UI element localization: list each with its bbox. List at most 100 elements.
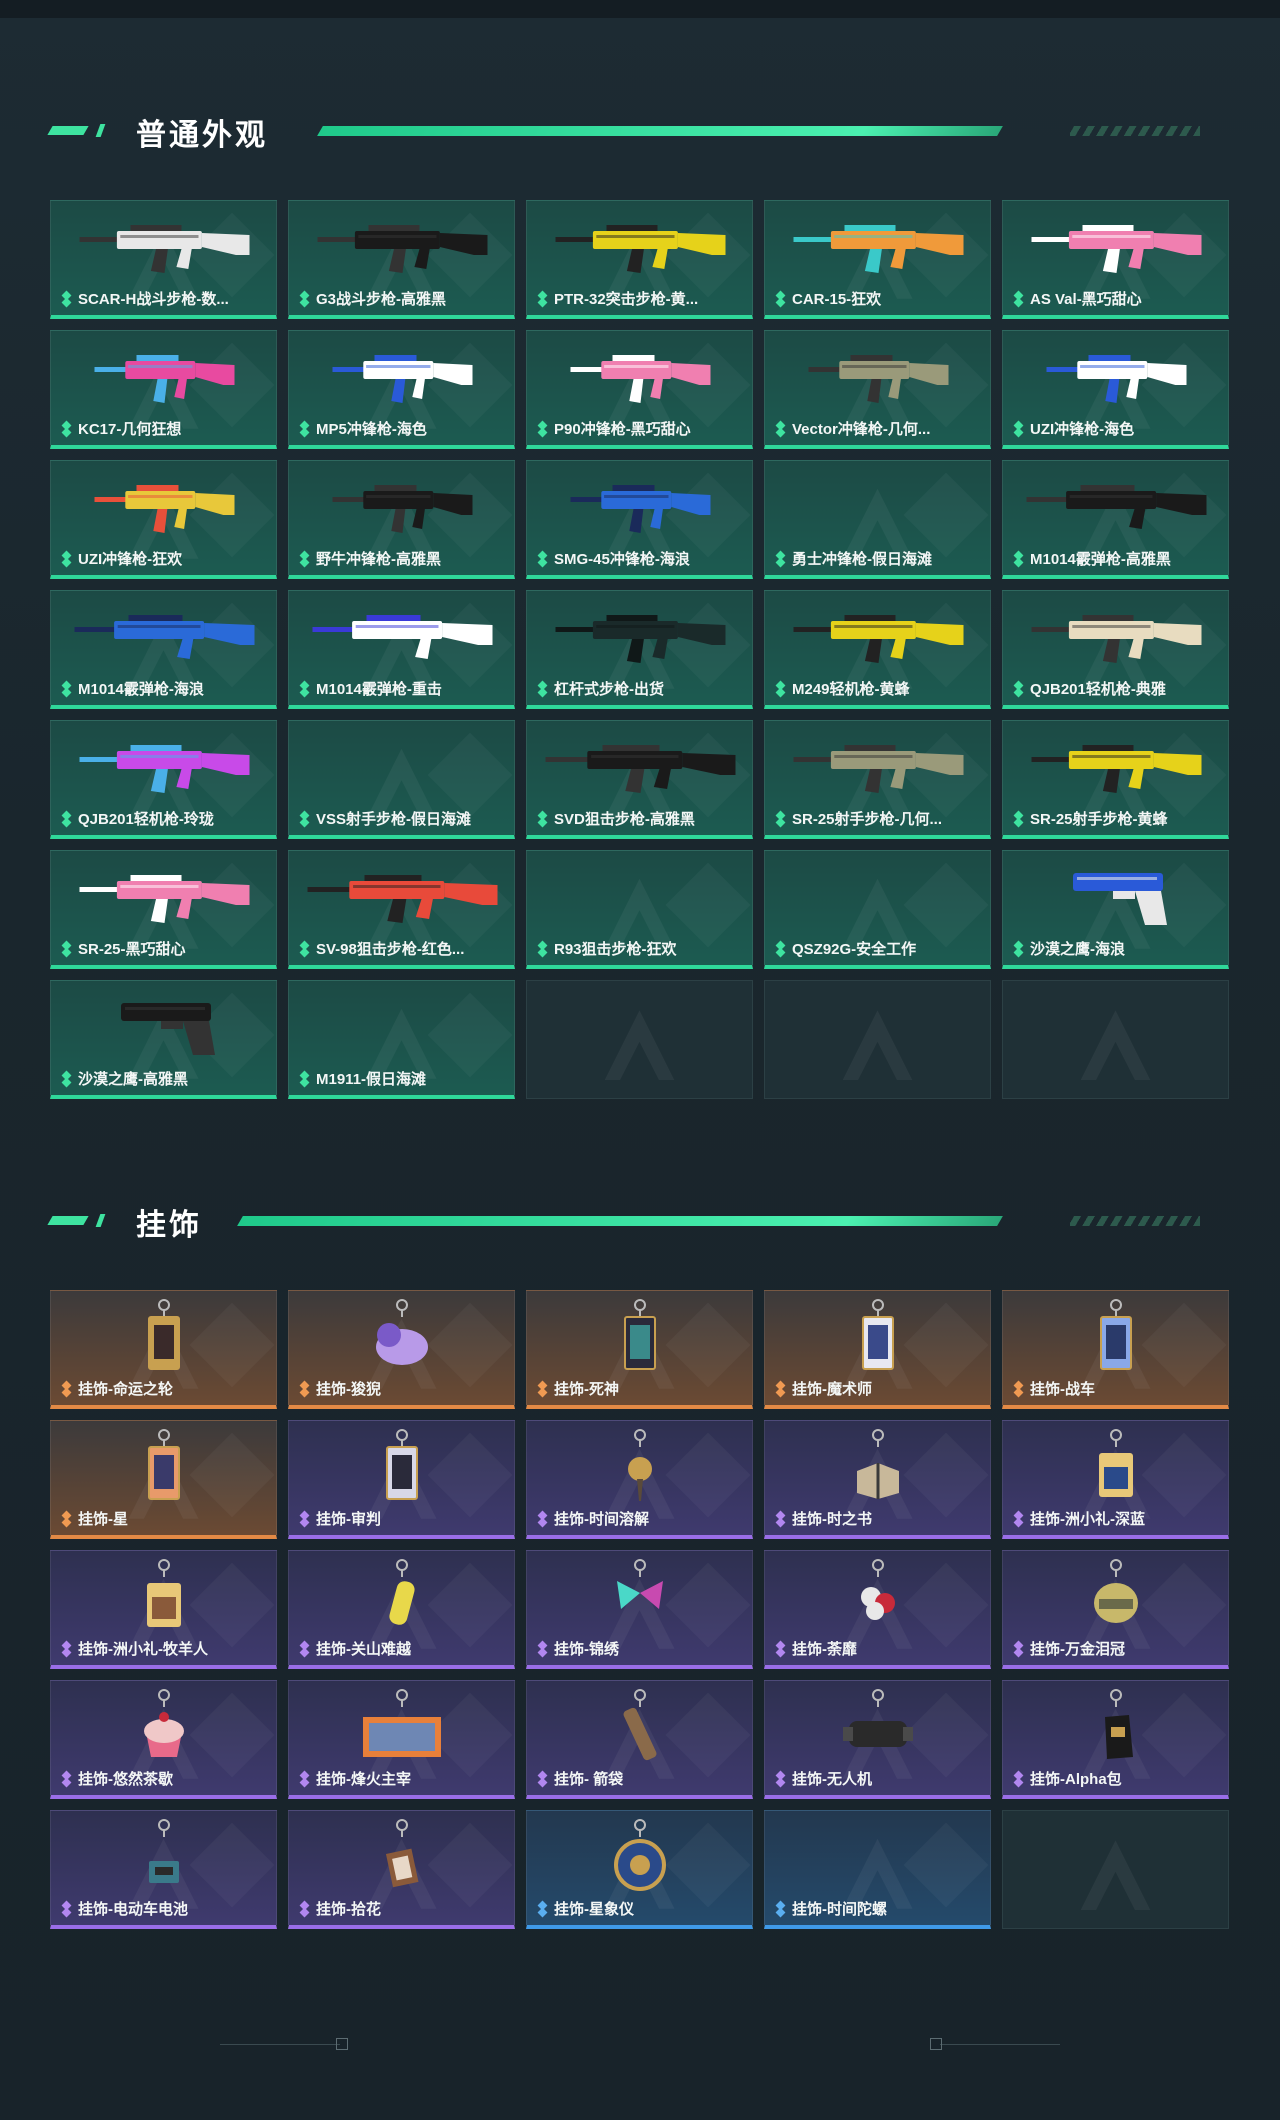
item-label: 挂饰-万金泪冠 (1013, 1638, 1222, 1659)
empty-slot (1002, 1810, 1229, 1929)
charm-card[interactable]: 挂饰- 箭袋 (526, 1680, 753, 1799)
charm-card[interactable]: 挂饰-审判 (288, 1420, 515, 1539)
charm-card[interactable]: 挂饰-锦绣 (526, 1550, 753, 1669)
item-label: 挂饰-锦绣 (537, 1638, 746, 1659)
skin-card[interactable]: SVD狙击步枪-高雅黑 (526, 720, 753, 839)
item-label: 挂饰-死神 (537, 1378, 746, 1399)
skin-card[interactable]: SR-25射手步枪-几何... (764, 720, 991, 839)
item-label: 挂饰-战车 (1013, 1378, 1222, 1399)
rarity-diamond-icon (537, 1512, 548, 1526)
skin-card[interactable]: UZI冲锋枪-狂欢 (50, 460, 277, 579)
skin-card[interactable]: M1014霰弹枪-高雅黑 (1002, 460, 1229, 579)
item-label: PTR-32突击步枪-黄... (537, 288, 746, 309)
charm-card[interactable]: 挂饰-时间溶解 (526, 1420, 753, 1539)
item-name: 挂饰-时间陀螺 (792, 1901, 887, 1918)
charm-card[interactable]: 挂饰-电动车电池 (50, 1810, 277, 1929)
charm-card[interactable]: 挂饰-时之书 (764, 1420, 991, 1539)
rarity-diamond-icon (61, 942, 72, 956)
item-name: SR-25射手步枪-黄蜂 (1030, 811, 1168, 828)
skin-card[interactable]: M249轻机枪-黄蜂 (764, 590, 991, 709)
skin-card[interactable]: 沙漠之鹰-海浪 (1002, 850, 1229, 969)
skin-card[interactable]: M1014霰弹枪-海浪 (50, 590, 277, 709)
charm-card[interactable]: 挂饰-悠然茶歇 (50, 1680, 277, 1799)
rarity-diamond-icon (61, 812, 72, 826)
rarity-diamond-icon (61, 1072, 72, 1086)
rarity-diamond-icon (1013, 1382, 1024, 1396)
skin-card[interactable]: SV-98狙击步枪-红色... (288, 850, 515, 969)
shotgun-icon (1003, 467, 1228, 545)
skin-card[interactable]: PTR-32突击步枪-黄... (526, 200, 753, 319)
skin-card[interactable]: Vector冲锋枪-几何... (764, 330, 991, 449)
item-label: SVD狙击步枪-高雅黑 (537, 808, 746, 829)
charm-card[interactable]: 挂饰-洲小礼-深蓝 (1002, 1420, 1229, 1539)
item-name: 勇士冲锋枪-假日海滩 (792, 551, 932, 568)
sniper-icon (289, 857, 514, 935)
item-label: SMG-45冲锋枪-海浪 (537, 548, 746, 569)
rarity-diamond-icon (299, 812, 310, 826)
skin-card[interactable]: QJB201轻机枪-玲珑 (50, 720, 277, 839)
item-label: 挂饰-时间溶解 (537, 1508, 746, 1529)
charm-card[interactable]: 挂饰-Alpha包 (1002, 1680, 1229, 1799)
item-name: SV-98狙击步枪-红色... (316, 941, 465, 958)
charm-card[interactable]: 挂饰-荼靡 (764, 1550, 991, 1669)
skin-card[interactable]: P90冲锋枪-黑巧甜心 (526, 330, 753, 449)
item-label: 挂饰-洲小礼-牧羊人 (61, 1638, 270, 1659)
skin-card[interactable]: 杠杆式步枪-出货 (526, 590, 753, 709)
skin-card[interactable]: CAR-15-狂欢 (764, 200, 991, 319)
diamond-decoration (427, 992, 513, 1078)
skin-card[interactable]: SR-25-黑巧甜心 (50, 850, 277, 969)
skin-card[interactable]: SCAR-H战斗步枪-数... (50, 200, 277, 319)
rarity-diamond-icon (775, 682, 786, 696)
skin-card[interactable]: SMG-45冲锋枪-海浪 (526, 460, 753, 579)
charm-card[interactable]: 挂饰-关山难越 (288, 1550, 515, 1669)
charm-card[interactable]: 挂饰-死神 (526, 1290, 753, 1409)
item-name: 挂饰-命运之轮 (78, 1381, 173, 1398)
header-ticks (1070, 126, 1200, 136)
skin-card[interactable]: 勇士冲锋枪-假日海滩 (764, 460, 991, 579)
top-strip (0, 0, 1280, 18)
item-name: 挂饰-洲小礼-深蓝 (1030, 1511, 1145, 1528)
item-name: 挂饰-锦绣 (554, 1641, 619, 1658)
skin-card[interactable]: VSS射手步枪-假日海滩 (288, 720, 515, 839)
skin-card[interactable]: 野牛冲锋枪-高雅黑 (288, 460, 515, 579)
rarity-diamond-icon (537, 1772, 548, 1786)
rarity-diamond-icon (775, 552, 786, 566)
charm-card[interactable]: 挂饰-无人机 (764, 1680, 991, 1799)
skin-card[interactable]: SR-25射手步枪-黄蜂 (1002, 720, 1229, 839)
skin-card[interactable]: M1014霰弹枪-重击 (288, 590, 515, 709)
smg-icon (527, 467, 752, 545)
skin-card[interactable]: MP5冲锋枪-海色 (288, 330, 515, 449)
skin-card[interactable]: M1911-假日海滩 (288, 980, 515, 1099)
charm-card[interactable]: 挂饰-烽火主宰 (288, 1680, 515, 1799)
skin-card[interactable]: G3战斗步枪-高雅黑 (288, 200, 515, 319)
item-name: 沙漠之鹰-高雅黑 (78, 1071, 188, 1088)
rarity-diamond-icon (775, 292, 786, 306)
charm-card[interactable]: 挂饰-时间陀螺 (764, 1810, 991, 1929)
charm-card[interactable]: 挂饰-战车 (1002, 1290, 1229, 1409)
charm-card[interactable]: 挂饰-万金泪冠 (1002, 1550, 1229, 1669)
charm-card[interactable]: 挂饰-魔术师 (764, 1290, 991, 1409)
crown-charm-icon (1003, 1557, 1228, 1635)
header-bar (317, 126, 1003, 136)
rarity-diamond-icon (1013, 552, 1024, 566)
charm-card[interactable]: 挂饰-命运之轮 (50, 1290, 277, 1409)
skin-card[interactable]: QJB201轻机枪-典雅 (1002, 590, 1229, 709)
charm-card[interactable]: 挂饰-狻猊 (288, 1290, 515, 1409)
charm-card[interactable]: 挂饰-星 (50, 1420, 277, 1539)
charm-card[interactable]: 挂饰-洲小礼-牧羊人 (50, 1550, 277, 1669)
skin-card[interactable]: KC17-几何狂想 (50, 330, 277, 449)
skin-card[interactable]: QSZ92G-安全工作 (764, 850, 991, 969)
smg-icon (289, 337, 514, 415)
item-label: QJB201轻机枪-玲珑 (61, 808, 270, 829)
rarity-diamond-icon (775, 422, 786, 436)
item-name: 挂饰-审判 (316, 1511, 381, 1528)
skin-card[interactable]: 沙漠之鹰-高雅黑 (50, 980, 277, 1099)
rarity-diamond-icon (1013, 292, 1024, 306)
skin-card[interactable]: AS Val-黑巧甜心 (1002, 200, 1229, 319)
charm-card[interactable]: 挂饰-拾花 (288, 1810, 515, 1929)
skin-card[interactable]: R93狙击步枪-狂欢 (526, 850, 753, 969)
rarity-diamond-icon (299, 1382, 310, 1396)
item-name: UZI冲锋枪-狂欢 (78, 551, 183, 568)
skin-card[interactable]: UZI冲锋枪-海色 (1002, 330, 1229, 449)
charm-card[interactable]: 挂饰-星象仪 (526, 1810, 753, 1929)
